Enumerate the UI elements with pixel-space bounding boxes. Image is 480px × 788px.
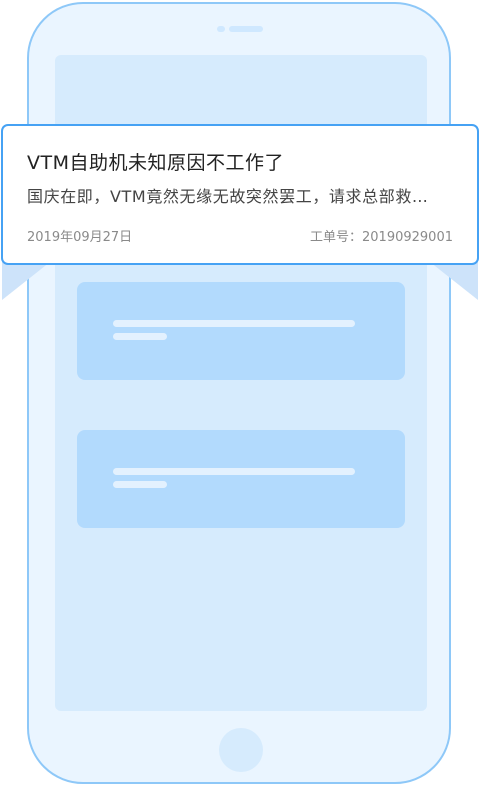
ticket-number-value: 20190929001 <box>362 230 453 245</box>
placeholder-line <box>113 320 355 327</box>
card-fold-shadow-left <box>2 262 50 300</box>
placeholder-line <box>113 481 167 488</box>
speaker-slot <box>229 26 263 32</box>
ticket-card[interactable]: VTM自助机未知原因不工作了 国庆在即，VTM竟然无缘无故突然罢工，请求总部救…… <box>1 124 479 265</box>
phone-illustration <box>27 2 451 784</box>
ticket-title: VTM自助机未知原因不工作了 <box>27 152 284 174</box>
card-fold-shadow-right <box>430 262 478 300</box>
placeholder-card <box>77 430 405 528</box>
placeholder-line <box>113 468 355 475</box>
ticket-number: 工单号：20190929001 <box>310 226 453 245</box>
home-button <box>219 728 263 772</box>
ticket-description: 国庆在即，VTM竟然无缘无故突然罢工，请求总部救… <box>27 187 429 206</box>
camera-dot <box>217 26 225 32</box>
ticket-number-label: 工单号： <box>310 230 363 245</box>
placeholder-line <box>113 333 167 340</box>
placeholder-card <box>77 282 405 380</box>
ticket-date: 2019年09月27日 <box>27 230 133 245</box>
